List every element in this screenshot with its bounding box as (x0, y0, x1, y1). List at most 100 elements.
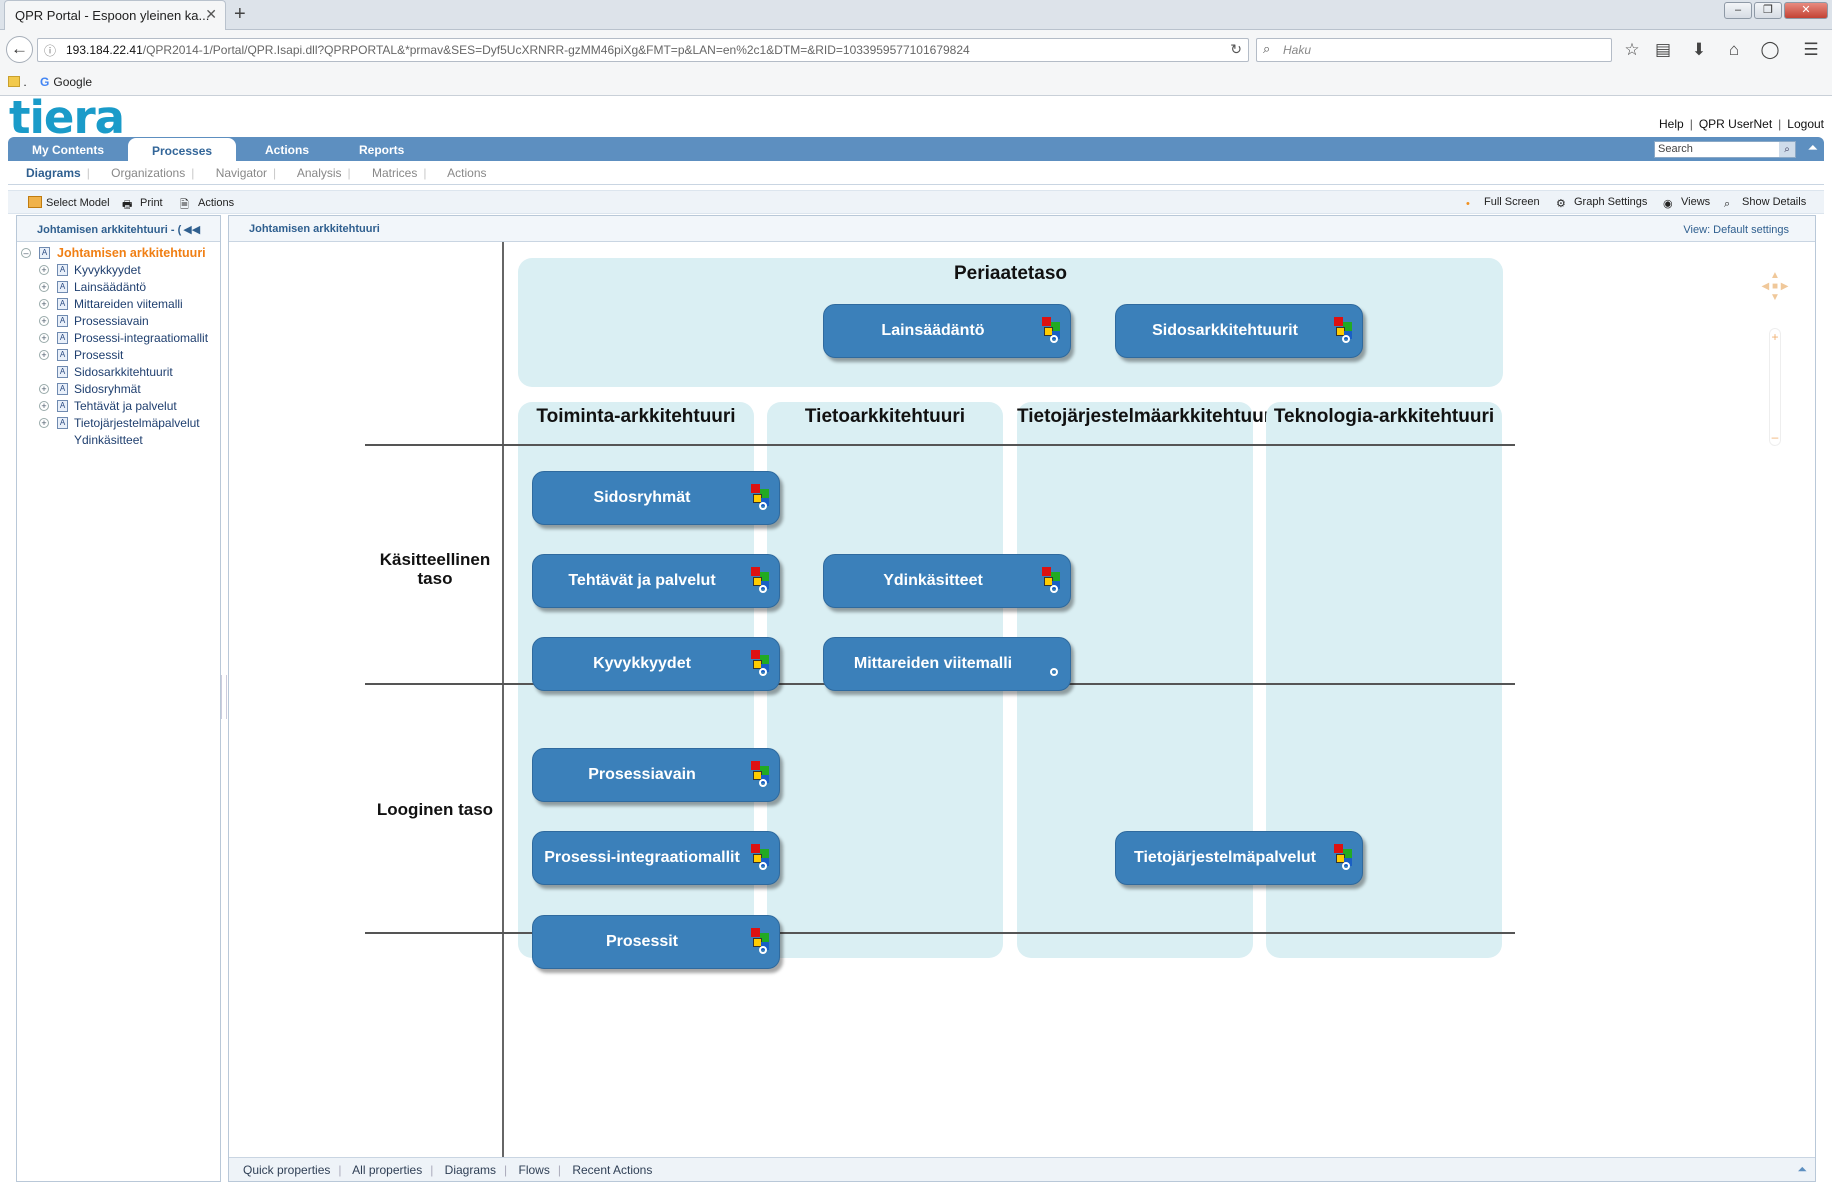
view-settings-link[interactable]: View: Default settings (1683, 224, 1789, 236)
bookmark-dot[interactable]: . (23, 75, 26, 89)
tree-node[interactable]: + A Kyvykkyydet (17, 263, 220, 280)
portal-search-input[interactable]: Search ⌕ (1654, 141, 1796, 158)
subnav-analysis[interactable]: Analysis (297, 166, 342, 180)
node-prosessi-integraatiomallit[interactable]: Prosessi-integraatiomallit (532, 831, 780, 885)
select-model-button[interactable]: Select Model (28, 196, 110, 209)
collapse-panel-icon[interactable]: ◀◀ (183, 224, 200, 236)
tree-node[interactable]: + A Lainsäädäntö (17, 280, 220, 297)
tab-reports[interactable]: Reports (335, 137, 428, 161)
panel-resize-handle[interactable] (221, 675, 227, 719)
node-mittareiden-viitemalli[interactable]: Mittareiden viitemalli (823, 637, 1071, 691)
zoom-out-icon[interactable]: – (1769, 430, 1781, 444)
expand-icon[interactable]: + (39, 316, 49, 326)
zoom-slider[interactable] (1769, 328, 1781, 446)
node-sidosryhmat[interactable]: Sidosryhmät (532, 471, 780, 525)
subnav-diagrams[interactable]: Diagrams (26, 166, 81, 180)
help-link[interactable]: Help (1659, 117, 1684, 131)
expand-icon[interactable]: + (39, 265, 49, 275)
node-tehtavat-ja-palvelut[interactable]: Tehtävät ja palvelut (532, 554, 780, 608)
chat-icon[interactable]: ◯ (1759, 40, 1781, 60)
node-sidosarkkitehtuurit[interactable]: Sidosarkkitehtuurit (1115, 304, 1363, 358)
tree-node[interactable]: + A Prosessit (17, 348, 220, 365)
home-icon[interactable]: ⌂ (1723, 40, 1745, 60)
subdiagram-icon[interactable] (751, 567, 773, 595)
expand-icon[interactable]: + (39, 299, 49, 309)
tree-node[interactable]: + A Tietojärjestelmäpalvelut (17, 416, 220, 433)
diagram-canvas[interactable]: Periaatetaso Toiminta-arkkitehtuuri Tiet… (229, 242, 1815, 1157)
logout-link[interactable]: Logout (1787, 117, 1824, 131)
subdiagram-icon[interactable] (1334, 317, 1356, 345)
tab-actions[interactable]: Actions (241, 137, 333, 161)
node-tietojarjestelmapalvelut[interactable]: Tietojärjestelmäpalvelut (1115, 831, 1363, 885)
tree-node[interactable]: + A Prosessi-integraatiomallit (17, 331, 220, 348)
qpr-usernet-link[interactable]: QPR UserNet (1699, 117, 1772, 131)
actions-button[interactable]: 🗎 Actions (180, 196, 234, 211)
expand-icon[interactable]: + (39, 350, 49, 360)
restore-window-button[interactable]: ❐ (1754, 2, 1782, 19)
tree-node[interactable]: + A Sidosryhmät (17, 382, 220, 399)
minimize-window-button[interactable]: – (1724, 2, 1752, 19)
bookmark-google[interactable]: Google (53, 75, 92, 89)
node-ydinkasitteet[interactable]: Ydinkäsitteet (823, 554, 1071, 608)
info-icon[interactable]: ⓘ (44, 42, 56, 59)
tree-node[interactable]: + A Mittareiden viitemalli (17, 297, 220, 314)
tree-node[interactable]: + A Prosessiavain (17, 314, 220, 331)
subdiagram-icon[interactable] (1042, 317, 1064, 345)
tab-processes[interactable]: Processes (128, 138, 237, 162)
subnav-actions[interactable]: Actions (447, 166, 486, 180)
subdiagram-icon[interactable] (751, 484, 773, 512)
graph-settings-button[interactable]: ⚙ Graph Settings (1556, 196, 1647, 210)
subdiagram-icon[interactable] (751, 844, 773, 872)
views-button[interactable]: ◉ Views (1663, 196, 1710, 210)
node-kyvykkyydet[interactable]: Kyvykkyydet (532, 637, 780, 691)
show-details-button[interactable]: ⌕ Show Details (1724, 196, 1806, 210)
subnav-organizations[interactable]: Organizations (111, 166, 185, 180)
full-screen-button[interactable]: • Full Screen (1466, 196, 1540, 210)
node-lainsaadanto[interactable]: Lainsäädäntö (823, 304, 1071, 358)
zoom-in-icon[interactable]: + (1769, 330, 1781, 344)
expand-icon[interactable]: + (39, 384, 49, 394)
new-tab-icon[interactable]: + (234, 3, 246, 26)
collapse-header-icon[interactable]: ⏶ (1808, 140, 1818, 156)
subdiagram-icon[interactable] (751, 928, 773, 956)
reading-list-icon[interactable]: ▤ (1652, 40, 1674, 60)
back-arrow-icon[interactable]: ← (6, 36, 33, 63)
expand-icon[interactable]: + (39, 333, 49, 343)
expand-icon[interactable]: + (39, 401, 49, 411)
search-icon[interactable]: ⌕ (1779, 142, 1795, 157)
tree-node[interactable]: Ydinkäsitteet (17, 433, 220, 450)
print-button[interactable]: 🖶 Print (122, 196, 163, 211)
footer-flows[interactable]: Flows (519, 1163, 550, 1177)
footer-diagrams[interactable]: Diagrams (445, 1163, 496, 1177)
tree-node-root[interactable]: – A Johtamisen arkkitehtuuri (17, 246, 220, 263)
footer-recent-actions[interactable]: Recent Actions (572, 1163, 652, 1177)
expand-footer-icon[interactable]: ⏶ (1797, 1162, 1807, 1177)
node-prosessiavain[interactable]: Prosessiavain (532, 748, 780, 802)
tree-node[interactable]: + A Tehtävät ja palvelut (17, 399, 220, 416)
expand-icon[interactable]: + (39, 418, 49, 428)
subdiagram-icon[interactable] (1334, 844, 1356, 872)
bookmark-star-icon[interactable]: ☆ (1621, 40, 1643, 60)
menu-icon[interactable]: ☰ (1800, 40, 1822, 60)
expand-icon[interactable]: + (39, 282, 49, 292)
node-prosessit[interactable]: Prosessit (532, 915, 780, 969)
browser-search-input[interactable]: ⌕ Haku (1256, 38, 1612, 62)
tree-node[interactable]: A Sidosarkkitehtuurit (17, 365, 220, 382)
browser-tab[interactable]: QPR Portal - Espoon yleinen ka... ✕ (4, 0, 226, 30)
subnav-navigator[interactable]: Navigator (216, 166, 267, 180)
reload-icon[interactable]: ↻ (1230, 41, 1242, 58)
footer-all-properties[interactable]: All properties (352, 1163, 422, 1177)
folder-icon[interactable] (8, 76, 20, 87)
magnifier-icon[interactable] (1042, 650, 1064, 678)
address-bar[interactable]: ⓘ 193.184.22.41/QPR2014-1/Portal/QPR.Isa… (37, 38, 1249, 62)
collapse-icon[interactable]: – (21, 248, 31, 258)
subnav-matrices[interactable]: Matrices (372, 166, 417, 180)
close-tab-icon[interactable]: ✕ (205, 6, 217, 23)
subdiagram-icon[interactable] (751, 761, 773, 789)
subdiagram-icon[interactable] (751, 650, 773, 678)
close-window-button[interactable]: ✕ (1784, 2, 1828, 19)
pan-control[interactable]: ▲ ◀ ■ ▶ ▼ (1755, 270, 1795, 310)
subdiagram-icon[interactable] (1042, 567, 1064, 595)
footer-quick-properties[interactable]: Quick properties (243, 1163, 330, 1177)
download-icon[interactable]: ⬇ (1688, 40, 1710, 60)
